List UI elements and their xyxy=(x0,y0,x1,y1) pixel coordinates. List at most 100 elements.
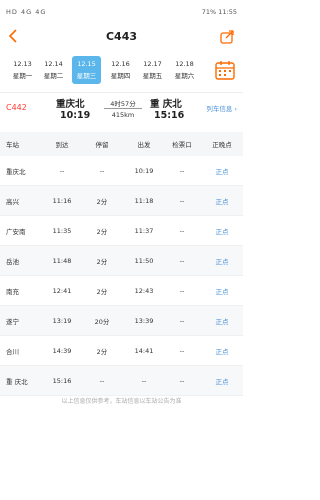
depart-time: 13:39 xyxy=(134,316,154,325)
arrive-time: 15:16 xyxy=(52,376,72,385)
table-row: 重 庆北 15:16 -- -- -- 正点 xyxy=(0,366,243,396)
date-item[interactable]: 12.17 星期五 xyxy=(138,56,167,84)
date-day: 12.16 xyxy=(111,60,130,68)
departure-station: 重庆北 xyxy=(56,99,85,110)
station-name: 重庆北 xyxy=(6,167,26,176)
gate: -- xyxy=(179,346,185,355)
date-item[interactable]: 12.18 星期六 xyxy=(170,56,199,84)
trip-summary: C442 重庆北 10:19 4时57分 415km 重 庆北 15:16 列车… xyxy=(0,92,243,126)
header-station: 车站 xyxy=(6,141,19,149)
arrive-time: -- xyxy=(59,166,65,175)
table-row: 重庆北 -- -- 10:19 -- 正点 xyxy=(0,156,243,186)
date-item-selected[interactable]: 12.15 星期三 xyxy=(72,56,101,84)
status-signal: HD 4G 4G xyxy=(6,8,47,16)
station-name: 广安南 xyxy=(6,227,26,236)
status: 正点 xyxy=(215,257,229,266)
status: 正点 xyxy=(215,167,229,176)
status: 正点 xyxy=(215,347,229,356)
stop-duration: -- xyxy=(99,376,105,385)
date-weekday: 星期一 xyxy=(12,72,33,80)
date-item[interactable]: 12.13 星期一 xyxy=(8,56,37,84)
status-bar: HD 4G 4G 71% 11:55 xyxy=(0,0,243,24)
arrival-time: 15:16 xyxy=(154,110,185,121)
trip-duration: 4时57分 xyxy=(110,100,136,108)
nav-bar: C443 xyxy=(0,24,243,52)
table-row: 高兴 11:16 2分 11:18 -- 正点 xyxy=(0,186,243,216)
depart-time: 11:18 xyxy=(134,196,154,205)
calendar-icon xyxy=(215,61,235,80)
departure-time: 10:19 xyxy=(60,110,91,121)
gate: -- xyxy=(179,166,185,175)
arrive-time: 13:19 xyxy=(52,316,72,325)
date-weekday: 星期二 xyxy=(43,72,64,80)
date-weekday: 星期五 xyxy=(142,72,163,80)
arrival-station: 重 庆北 xyxy=(150,99,182,110)
date-day: 12.15 xyxy=(77,60,96,68)
header-gate: 检票口 xyxy=(172,141,192,149)
stop-duration: 2分 xyxy=(96,257,108,266)
train-number: C442 xyxy=(6,103,27,112)
depart-time: 11:37 xyxy=(134,226,154,235)
train-info-link[interactable]: 列车信息 › xyxy=(206,103,237,113)
arrive-time: 14:39 xyxy=(52,346,72,355)
table-row: 合川 14:39 2分 14:41 -- 正点 xyxy=(0,336,243,366)
depart-time: 12:43 xyxy=(134,286,154,295)
header-arrive: 到达 xyxy=(55,141,69,149)
gate: -- xyxy=(179,316,185,325)
date-item[interactable]: 12.16 星期四 xyxy=(106,56,135,84)
depart-time: 14:41 xyxy=(134,346,154,355)
calendar-button[interactable] xyxy=(213,58,237,82)
arrive-time: 12:41 xyxy=(52,286,72,295)
arrive-time: 11:48 xyxy=(52,256,72,265)
station-name: 高兴 xyxy=(6,197,19,206)
depart-time: 11:50 xyxy=(134,256,154,265)
date-day: 12.18 xyxy=(175,60,194,68)
timetable: 车站 到达 停留 出发 检票口 正晚点 重庆北 -- -- 10:19 -- 正… xyxy=(0,132,243,396)
stop-duration: -- xyxy=(99,166,105,175)
header-depart: 出发 xyxy=(137,141,151,149)
table-row: 南充 12:41 2分 12:43 -- 正点 xyxy=(0,276,243,306)
status: 正点 xyxy=(215,377,229,386)
status-battery-time: 71% 11:55 xyxy=(201,8,237,16)
date-weekday: 星期六 xyxy=(174,72,195,80)
arrive-time: 11:16 xyxy=(52,196,72,205)
header-status: 正晚点 xyxy=(212,141,232,149)
status: 正点 xyxy=(215,317,229,326)
depart-time: -- xyxy=(141,376,147,385)
table-header: 车站 到达 停留 出发 检票口 正晚点 xyxy=(0,132,243,156)
gate: -- xyxy=(179,196,185,205)
gate: -- xyxy=(179,256,185,265)
stop-duration: 2分 xyxy=(96,347,108,356)
date-weekday: 星期四 xyxy=(110,72,131,80)
share-icon xyxy=(220,30,234,44)
table-row: 广安南 11:35 2分 11:37 -- 正点 xyxy=(0,216,243,246)
status: 正点 xyxy=(215,227,229,236)
station-name: 重 庆北 xyxy=(6,377,28,386)
station-name: 南充 xyxy=(6,287,19,296)
table-row: 遂宁 13:19 20分 13:39 -- 正点 xyxy=(0,306,243,336)
date-day: 12.13 xyxy=(13,60,32,68)
stop-duration: 2分 xyxy=(96,197,108,206)
stop-duration: 2分 xyxy=(96,287,108,296)
date-day: 12.17 xyxy=(143,60,162,68)
station-name: 遂宁 xyxy=(6,317,19,326)
gate: -- xyxy=(179,286,185,295)
duration-divider xyxy=(104,108,142,109)
header-stop: 停留 xyxy=(95,141,109,149)
share-button[interactable] xyxy=(219,29,235,45)
date-selector: 12.13 星期一 12.14 星期二 12.15 星期三 12.16 星期四 … xyxy=(0,56,243,84)
depart-time: 10:19 xyxy=(134,166,154,175)
footer-note: 以上信息仅供参考，车站信息以车站公告为准 xyxy=(61,398,182,405)
status: 正点 xyxy=(215,197,229,206)
stop-duration: 2分 xyxy=(96,227,108,236)
table-row: 岳池 11:48 2分 11:50 -- 正点 xyxy=(0,246,243,276)
gate: -- xyxy=(179,376,185,385)
trip-distance: 415km xyxy=(111,111,135,119)
date-weekday: 星期三 xyxy=(76,72,97,80)
station-name: 岳池 xyxy=(6,257,19,266)
page-title: C443 xyxy=(105,30,138,43)
arrive-time: 11:35 xyxy=(52,226,72,235)
date-item[interactable]: 12.14 星期二 xyxy=(39,56,68,84)
date-day: 12.14 xyxy=(44,60,63,68)
station-name: 合川 xyxy=(6,347,19,356)
